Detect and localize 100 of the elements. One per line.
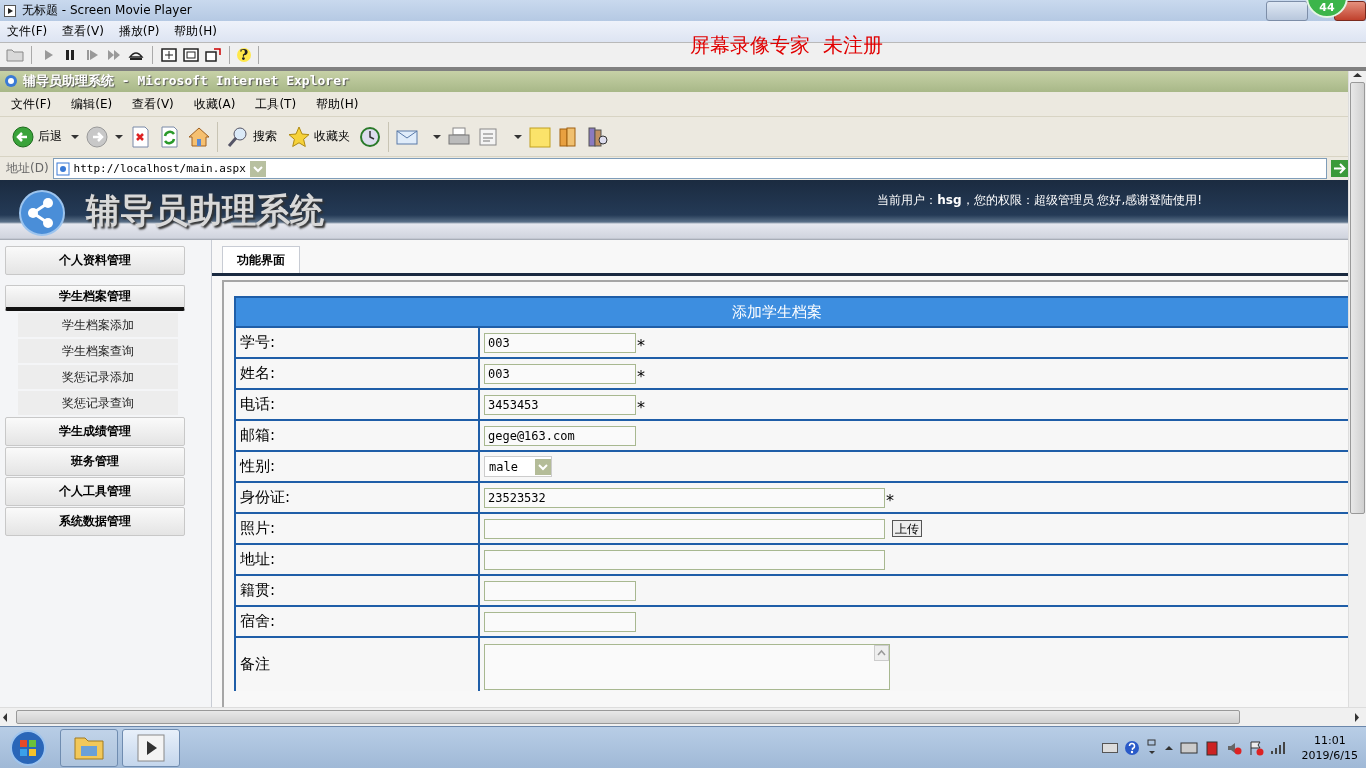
refresh-icon[interactable]	[159, 125, 181, 148]
nav-subitem[interactable]: 学生档案查询	[18, 339, 178, 363]
required-mark: *	[637, 398, 645, 417]
clock-time: 11:01	[1313, 733, 1346, 748]
field-label: 学号:	[236, 326, 480, 357]
field-label: 电话:	[236, 388, 480, 419]
menu-item[interactable]: 文件(F)	[0, 23, 56, 40]
nav-subitem[interactable]: 奖惩记录查询	[18, 391, 178, 415]
input-field[interactable]	[484, 611, 636, 632]
nav-item[interactable]: 班务管理	[5, 447, 185, 476]
flag-error-icon[interactable]	[1247, 740, 1264, 756]
page-icon	[55, 161, 70, 176]
history-icon[interactable]	[359, 125, 381, 148]
field-label: 性别:	[236, 450, 480, 481]
scroll-right-icon[interactable]	[1352, 711, 1362, 723]
required-mark: *	[637, 367, 645, 386]
menu-item[interactable]: 查看(V)	[55, 23, 112, 40]
input-field[interactable]	[484, 580, 636, 601]
go-icon[interactable]	[1331, 160, 1348, 177]
show-hidden-icon[interactable]	[1163, 743, 1174, 753]
field-label: 身份证:	[236, 481, 480, 512]
keyboard-icon[interactable]	[1101, 742, 1118, 754]
gender-dropdown[interactable]: male	[484, 456, 552, 477]
menu-item[interactable]: 帮助(H)	[305, 95, 368, 113]
menu-item[interactable]: 工具(T)	[244, 95, 306, 113]
input-field[interactable]: 3453453	[484, 394, 636, 415]
upload-button[interactable]: 上传	[892, 520, 922, 537]
research-icon[interactable]	[587, 125, 609, 148]
required-mark: *	[637, 336, 645, 355]
nav-subitem[interactable]: 奖惩记录添加	[18, 365, 178, 389]
field-label: 宿舍:	[236, 605, 480, 636]
forward-icon[interactable]	[86, 125, 108, 148]
battery-warning-icon[interactable]	[1203, 740, 1220, 756]
taskbar-button[interactable]	[122, 729, 180, 767]
folder-icon[interactable]	[6, 46, 24, 64]
printer-icon[interactable]	[448, 125, 470, 148]
minimize-button[interactable]	[1266, 1, 1308, 21]
nav-item[interactable]: 学生成绩管理	[5, 417, 185, 446]
search-button[interactable]: 搜索	[225, 123, 279, 150]
stop-icon[interactable]	[130, 125, 152, 148]
language-icon[interactable]	[1145, 739, 1158, 757]
nav-subitem[interactable]: 学生档案添加	[18, 313, 178, 337]
menu-item[interactable]: 查看(V)	[121, 95, 183, 113]
browser-icon	[4, 74, 18, 88]
back-icon	[12, 125, 34, 148]
nav-item[interactable]: 学生档案管理	[5, 285, 185, 311]
help-icon[interactable]: ?	[237, 48, 251, 62]
input-field[interactable]: 003	[484, 332, 636, 353]
scroll-left-icon[interactable]	[0, 711, 10, 723]
help-icon[interactable]	[1123, 740, 1140, 756]
resize-icon[interactable]	[204, 46, 222, 64]
watermark-text: 屏幕录像专家 未注册	[690, 31, 883, 59]
speaker-muted-icon[interactable]	[1225, 740, 1242, 756]
dropdown-icon[interactable]	[249, 160, 266, 177]
clock-date: 2019/6/15	[1301, 748, 1358, 763]
field-label: 地址:	[236, 543, 480, 574]
scrollbar-thumb[interactable]	[1350, 82, 1365, 514]
window-icon[interactable]	[182, 46, 200, 64]
dropdown-icon	[535, 458, 551, 475]
field-label: 备注	[236, 636, 480, 691]
network-device-icon[interactable]	[1179, 741, 1198, 755]
app-icon	[4, 4, 16, 17]
site-title: 辅导员助理系统	[86, 189, 324, 232]
start-icon[interactable]	[8, 728, 48, 768]
input-field[interactable]: 23523532	[484, 487, 885, 508]
menu-item[interactable]: 播放(P)	[111, 23, 168, 40]
input-field[interactable]	[484, 549, 885, 570]
back-button[interactable]: 后退	[10, 123, 64, 150]
scrollbar-thumb[interactable]	[16, 710, 1240, 724]
address-label: 地址(D)	[6, 160, 49, 177]
home-icon[interactable]	[188, 125, 210, 148]
nav-item[interactable]: 个人工具管理	[5, 477, 185, 506]
required-mark: *	[886, 491, 894, 510]
menu-item[interactable]: 帮助(H)	[167, 23, 225, 40]
field-label: 邮箱:	[236, 419, 480, 450]
input-field[interactable]	[484, 518, 885, 539]
field-label: 照片:	[236, 512, 480, 543]
menu-item[interactable]: 文件(F)	[0, 95, 61, 113]
window-title: 无标题 - Screen Movie Player	[22, 2, 192, 19]
window-title: 辅导员助理系统 - Microsoft Internet Explorer	[23, 72, 349, 90]
fit-icon[interactable]	[160, 46, 178, 64]
nav-item[interactable]: 个人资料管理	[5, 246, 185, 275]
search-icon	[227, 125, 249, 148]
field-label: 姓名:	[236, 357, 480, 388]
address-field[interactable]: http://localhost/main.aspx	[52, 158, 1327, 179]
field-label: 籍贯:	[236, 574, 480, 605]
nav-item[interactable]: 系统数据管理	[5, 507, 185, 536]
logo-icon	[16, 190, 68, 236]
menu-item[interactable]: 收藏(A)	[182, 95, 245, 113]
star-icon	[288, 125, 310, 148]
user-info: 当前用户：hsg，您的权限：超级管理员 您好,感谢登陆使用!	[877, 192, 1202, 209]
form-header: 添加学生档案	[236, 298, 1348, 326]
input-field[interactable]: 003	[484, 363, 636, 384]
input-field[interactable]: gege@163.com	[484, 425, 636, 446]
tab[interactable]: 功能界面	[222, 246, 300, 273]
menu-item[interactable]: 编辑(E)	[60, 95, 122, 113]
play-icon	[135, 732, 167, 764]
signal-icon[interactable]	[1269, 741, 1286, 755]
notes-field[interactable]	[484, 644, 890, 690]
favorites-button[interactable]: 收藏夹	[286, 123, 352, 150]
